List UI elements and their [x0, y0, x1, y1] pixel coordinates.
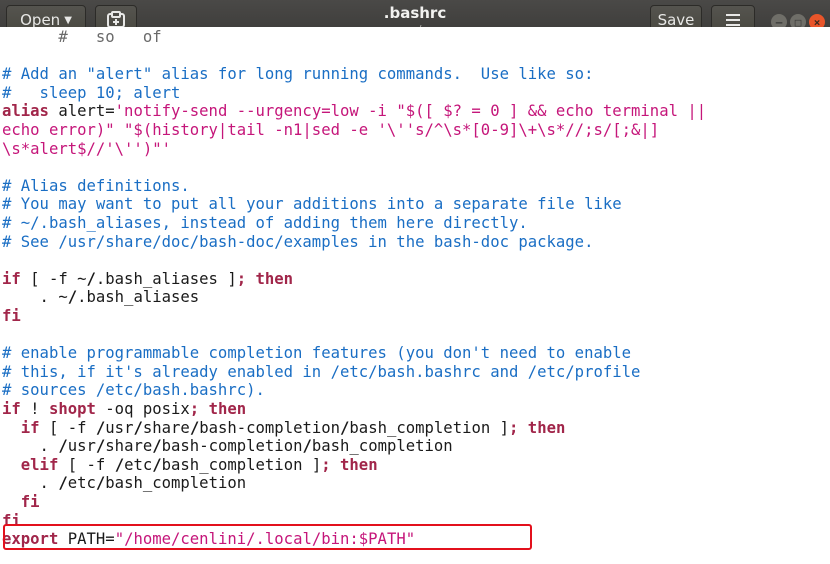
code-token: # sleep 10; alert	[2, 83, 181, 102]
code-token: /	[152, 437, 162, 456]
code-token: # enable programmable completion feature…	[2, 344, 632, 363]
window-title: .bashrc	[383, 4, 447, 22]
code-token: bash_completion ]	[349, 418, 510, 437]
code-token: /	[58, 474, 68, 493]
code-token: bash-completion	[161, 437, 303, 456]
code-token: # See /usr/share/doc/bash-doc/examples i…	[2, 232, 594, 251]
code-token: /	[152, 455, 162, 474]
code-line: \s*alert$//'\'')"'	[2, 140, 171, 159]
code-token: [ -f ~	[20, 269, 87, 288]
code-token: share	[142, 418, 190, 437]
code-line: . ~/.bash_aliases	[2, 288, 200, 307]
code-token: usr	[67, 437, 96, 456]
code-token: /	[86, 269, 96, 288]
code-token: if	[2, 269, 21, 288]
code-token: .bash_aliases ]	[95, 269, 237, 288]
code-token: ; then	[321, 455, 378, 474]
code-token: bash-completion	[199, 418, 341, 437]
code-token: .bash_aliases	[77, 288, 200, 307]
code-token: echo error)" "$(history|tail -n1|sed -e …	[2, 121, 660, 139]
code-line: # so of	[2, 28, 162, 47]
code-token: /	[302, 437, 312, 456]
code-token: shopt	[48, 400, 96, 418]
code-line: if [ -f ~/.bash_aliases ]; then	[2, 270, 293, 289]
code-line: if ! shopt -oq posix; then	[2, 400, 246, 419]
code-token: # Add an "alert" alias for long running …	[2, 65, 594, 84]
code-token: ; then	[189, 400, 247, 418]
code-token: etc	[124, 455, 153, 474]
code-line: fi	[2, 307, 21, 326]
code-line: # sleep 10; alert	[2, 84, 180, 103]
code-token: bash_completion	[105, 474, 247, 493]
code-token: . ~	[2, 288, 68, 307]
code-token: /	[95, 474, 106, 493]
hamburger-menu-icon	[726, 14, 740, 26]
code-token: share	[105, 437, 153, 456]
code-token: if	[20, 418, 40, 437]
code-token: /	[340, 418, 350, 437]
code-line: fi	[2, 493, 40, 512]
code-token: if	[2, 400, 21, 418]
code-token: /	[189, 418, 200, 437]
code-token: # this, if it's already enabled in /etc/…	[2, 362, 641, 381]
code-token: # ~/.bash_aliases, instead of adding the…	[2, 214, 528, 232]
code-token: /	[95, 437, 106, 456]
code-token: /	[95, 418, 106, 437]
code-token: /	[114, 455, 125, 474]
code-token: .	[2, 474, 59, 493]
code-token: [ -f	[39, 418, 96, 437]
code-token: bash_completion	[311, 437, 453, 456]
code-token: .	[2, 437, 59, 456]
code-token: bash_completion ]	[161, 455, 322, 474]
code-token: /	[67, 288, 78, 307]
code-token: # You may want to put all your additions…	[2, 195, 622, 214]
code-token: etc	[67, 474, 96, 493]
code-line: echo error)" "$(history|tail -n1|sed -e …	[2, 121, 659, 140]
code-line: # sources /etc/bash.bashrc).	[2, 381, 265, 400]
code-line: # Add an "alert" alias for long running …	[2, 65, 593, 84]
code-token: alert=	[48, 102, 115, 121]
code-line: # ~/.bash_aliases, instead of adding the…	[2, 214, 528, 233]
code-token: -oq posix	[95, 400, 190, 418]
code-line: # enable programmable completion feature…	[2, 344, 631, 363]
code-token: alias	[2, 102, 49, 121]
chevron-down-icon: ▼	[64, 14, 72, 26]
code-token: !	[20, 400, 49, 418]
code-line: # See /usr/share/doc/bash-doc/examples i…	[2, 233, 593, 252]
code-line: alias alert='notify-send --urgency=low -…	[2, 102, 706, 121]
code-token: # so of	[2, 28, 162, 46]
code-token: # sources /etc/bash.bashrc).	[2, 381, 265, 400]
code-line: elif [ -f /etc/bash_completion ]; then	[2, 456, 378, 475]
code-line: . /usr/share/bash-completion/bash_comple…	[2, 437, 453, 456]
code-line: if [ -f /usr/share/bash-completion/bash_…	[2, 418, 566, 438]
code-token: elif	[20, 455, 59, 474]
code-token: \s*alert$//'\'')"'	[2, 139, 171, 158]
code-token: fi	[2, 307, 21, 325]
code-token: [ -f	[58, 455, 115, 474]
code-token: usr	[105, 418, 134, 437]
code-token: 'notify-send --urgency=low -i "$([ $? = …	[114, 102, 707, 121]
code-line: # You may want to put all your additions…	[2, 195, 622, 214]
highlight-annotation-box	[3, 524, 532, 550]
code-token: ; then	[509, 418, 566, 437]
code-token: # Alias definitions.	[2, 176, 190, 195]
code-token: /	[133, 418, 143, 437]
text-editor-area[interactable]: # so of # Add an "alert" alias for long r…	[0, 27, 830, 564]
code-token: ; then	[236, 269, 294, 288]
code-token: /	[58, 437, 68, 456]
code-token: fi	[20, 493, 40, 511]
code-line: . /etc/bash_completion	[2, 474, 247, 493]
code-line: # Alias definitions.	[2, 177, 190, 196]
code-line: # this, if it's already enabled in /etc/…	[2, 363, 640, 382]
